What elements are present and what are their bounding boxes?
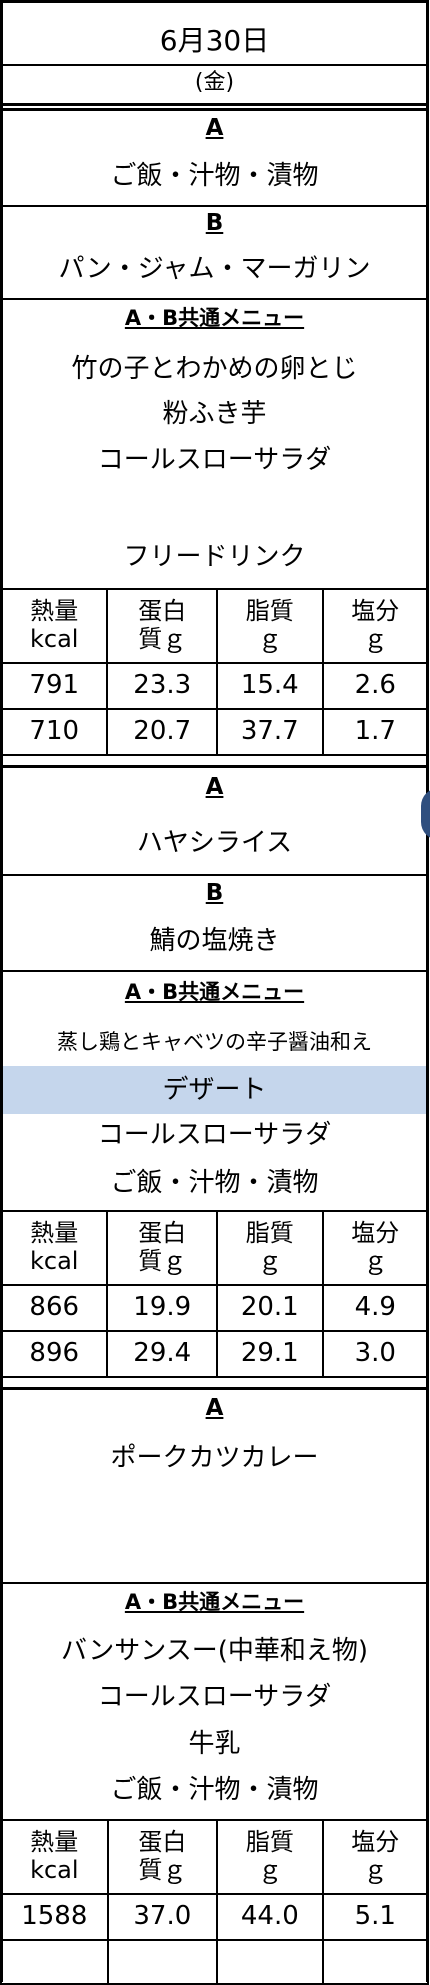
divider: [0, 970, 429, 972]
menu-a-item: ポークカツカレー: [110, 1443, 319, 1473]
divider: [0, 1582, 429, 1584]
common-item: ご飯・汁物・漬物: [110, 1775, 319, 1805]
energy-value: 791: [0, 662, 109, 710]
protein-value: 19.9: [106, 1284, 218, 1332]
menu-b-item: パン・ジャム・マーガリン: [58, 254, 371, 284]
fat-value: 15.4: [216, 662, 324, 710]
menu-b-label: B: [205, 210, 224, 236]
common-item: コールスローサラダ: [97, 1682, 332, 1712]
divider: [0, 1387, 429, 1390]
common-item: 粉ふき芋: [162, 399, 267, 429]
energy-header: 熱量 kcal: [0, 1819, 109, 1895]
nutrition-row-b: 896 29.4 29.1 3.0: [0, 1330, 430, 1378]
nutrition-table: 熱量 kcal 蛋白 質ｇ 脂質 ｇ 塩分 ｇ 1588 37.0 44.0 5.1: [0, 1819, 430, 1985]
empty-cell: [321, 1939, 430, 1985]
salt-header: 塩分 ｇ: [321, 1210, 430, 1286]
fat-header: 脂質 ｇ: [216, 588, 324, 664]
divider: [0, 103, 429, 106]
common-item: フリードリンク: [123, 542, 306, 572]
salt-header: 塩分 ｇ: [321, 588, 430, 664]
common-item: コールスローサラダ: [97, 445, 332, 475]
fat-value: 29.1: [216, 1330, 324, 1378]
menu-a-label: A: [205, 1395, 224, 1421]
divider: [0, 205, 429, 207]
menu-b-label: B: [205, 880, 224, 906]
protein-value: 20.7: [106, 708, 218, 756]
energy-value: 1588: [0, 1893, 109, 1941]
dessert-item: デザート: [162, 1075, 267, 1105]
nutrition-row-empty: [0, 1939, 430, 1985]
nutrition-row-b: 710 20.7 37.7 1.7: [0, 708, 430, 756]
empty-cell: [216, 1939, 324, 1985]
common-item: コールスローサラダ: [97, 1120, 332, 1150]
divider: [0, 64, 429, 66]
fat-header: 脂質 ｇ: [216, 1210, 324, 1286]
menu-a-item: ハヤシライス: [136, 828, 293, 858]
protein-value: 23.3: [106, 662, 218, 710]
divider: [0, 874, 429, 876]
nutrition-table: 熱量 kcal 蛋白 質ｇ 脂質 ｇ 塩分 ｇ 791 23.3 15.4 2.6 71…: [0, 588, 430, 756]
common-menu-label: A・B共通メニュー: [124, 980, 305, 1004]
divider: [0, 298, 429, 300]
energy-header: 熱量 kcal: [0, 588, 109, 664]
salt-value: 4.9: [321, 1284, 430, 1332]
common-item: 蒸し鶏とキャベツの辛子醤油和え: [57, 1030, 372, 1054]
common-menu-label: A・B共通メニュー: [124, 1590, 305, 1614]
divider: [0, 765, 429, 768]
salt-value: 5.1: [321, 1893, 430, 1941]
protein-value: 29.4: [106, 1330, 218, 1378]
empty-cell: [106, 1939, 219, 1985]
fat-value: 44.0: [216, 1893, 324, 1941]
common-item: 牛乳: [188, 1729, 241, 1759]
fat-header: 脂質 ｇ: [216, 1819, 324, 1895]
nutrition-row-a: 866 19.9 20.1 4.9: [0, 1284, 430, 1332]
salt-value: 1.7: [321, 708, 430, 756]
date-label: 6月30日: [159, 24, 270, 57]
nutrition-header-row: 熱量 kcal 蛋白 質ｇ 脂質 ｇ 塩分 ｇ: [0, 1210, 430, 1286]
menu-a-item: ご飯・汁物・漬物: [110, 161, 319, 191]
salt-value: 3.0: [321, 1330, 430, 1378]
fat-value: 20.1: [216, 1284, 324, 1332]
energy-header: 熱量 kcal: [0, 1210, 109, 1286]
nutrition-row-a: 791 23.3 15.4 2.6: [0, 662, 430, 710]
common-item: 竹の子とわかめの卵とじ: [71, 354, 358, 384]
common-menu-label: A・B共通メニュー: [124, 306, 305, 330]
salt-header: 塩分 ｇ: [321, 1819, 430, 1895]
energy-value: 710: [0, 708, 109, 756]
divider: [0, 108, 429, 111]
protein-header: 蛋白 質ｇ: [106, 1819, 219, 1895]
salt-value: 2.6: [321, 662, 430, 710]
energy-value: 866: [0, 1284, 109, 1332]
fat-value: 37.7: [216, 708, 324, 756]
common-item: ご飯・汁物・漬物: [110, 1168, 319, 1198]
nutrition-header-row: 熱量 kcal 蛋白 質ｇ 脂質 ｇ 塩分 ｇ: [0, 588, 430, 664]
nutrition-table: 熱量 kcal 蛋白 質ｇ 脂質 ｇ 塩分 ｇ 866 19.9 20.1 4.9 89…: [0, 1210, 430, 1378]
empty-cell: [0, 1939, 109, 1985]
menu-a-label: A: [205, 774, 224, 800]
protein-value: 37.0: [106, 1893, 219, 1941]
menu-a-label: A: [205, 115, 224, 141]
divider: [0, 0, 429, 3]
protein-header: 蛋白 質ｇ: [106, 588, 218, 664]
common-item: バンサンスー(中華和え物): [60, 1636, 369, 1666]
energy-value: 896: [0, 1330, 109, 1378]
nutrition-row-a: 1588 37.0 44.0 5.1: [0, 1893, 430, 1941]
weekday-label: (金): [194, 70, 235, 95]
menu-b-item: 鯖の塩焼き: [149, 926, 280, 956]
nutrition-header-row: 熱量 kcal 蛋白 質ｇ 脂質 ｇ 塩分 ｇ: [0, 1819, 430, 1895]
protein-header: 蛋白 質ｇ: [106, 1210, 218, 1286]
